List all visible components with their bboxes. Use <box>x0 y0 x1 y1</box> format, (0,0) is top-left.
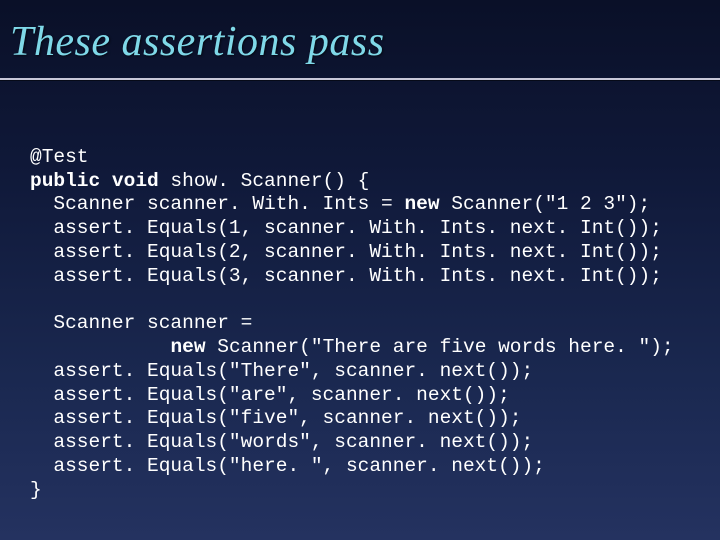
title-divider <box>0 78 720 80</box>
code-line-4: assert. Equals(1, scanner. With. Ints. n… <box>30 217 662 239</box>
code-line-3a: Scanner scanner. With. Ints = <box>30 193 404 215</box>
code-line-3-keyword: new <box>404 193 439 215</box>
code-line-9c: Scanner("There are five words here. "); <box>206 336 674 358</box>
code-line-2-rest: show. Scanner() { <box>159 170 370 192</box>
slide-title: These assertions pass <box>0 0 720 72</box>
code-line-8: Scanner scanner = <box>30 312 252 334</box>
code-line-15: } <box>30 479 42 501</box>
code-line-3c: Scanner("1 2 3"); <box>440 193 651 215</box>
code-line-14: assert. Equals("here. ", scanner. next()… <box>30 455 545 477</box>
code-line-9a <box>30 336 170 358</box>
code-line-9-keyword: new <box>170 336 205 358</box>
code-block: @Test public void show. Scanner() { Scan… <box>0 122 720 503</box>
code-line-5: assert. Equals(2, scanner. With. Ints. n… <box>30 241 662 263</box>
code-line-13: assert. Equals("words", scanner. next())… <box>30 431 533 453</box>
code-line-10: assert. Equals("There", scanner. next())… <box>30 360 533 382</box>
code-line-6: assert. Equals(3, scanner. With. Ints. n… <box>30 265 662 287</box>
code-line-1: @Test <box>30 146 89 168</box>
code-line-2-keyword: public void <box>30 170 159 192</box>
code-line-12: assert. Equals("five", scanner. next()); <box>30 407 521 429</box>
code-line-11: assert. Equals("are", scanner. next()); <box>30 384 510 406</box>
